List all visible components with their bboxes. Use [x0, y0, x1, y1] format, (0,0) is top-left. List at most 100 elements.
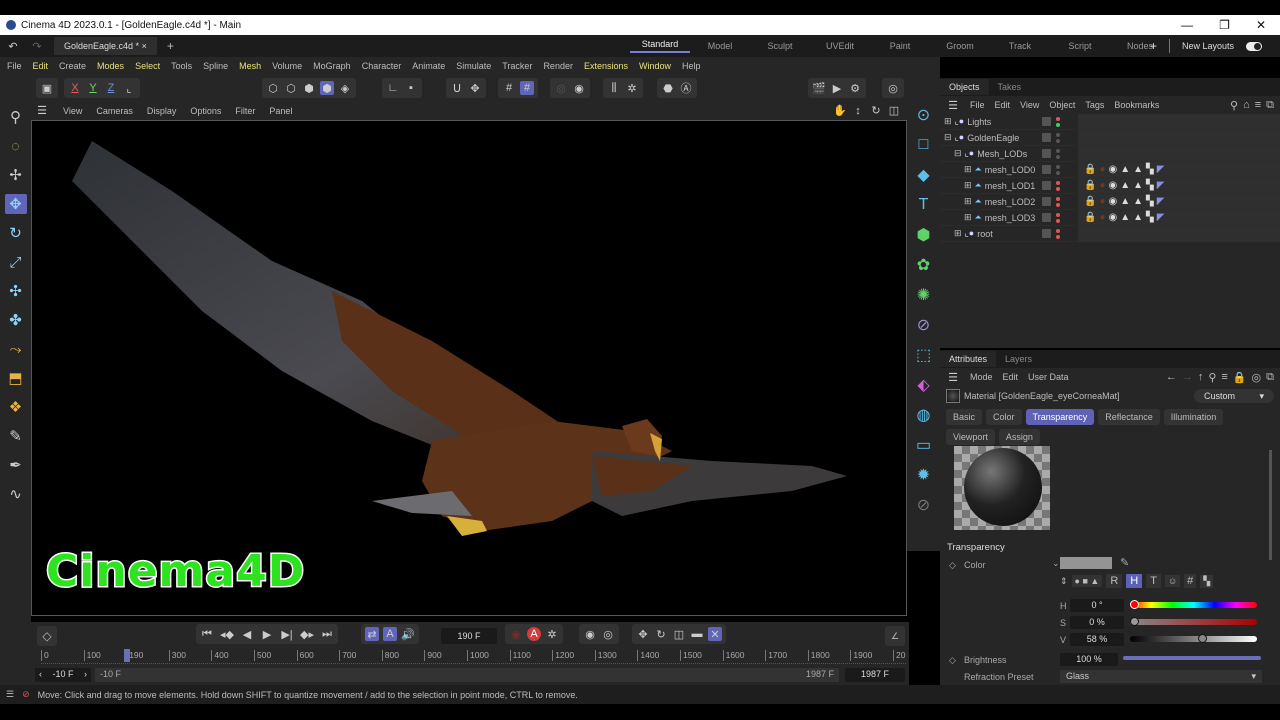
visibility-toggle[interactable] — [1042, 197, 1051, 206]
close-button[interactable]: ✕ — [1256, 18, 1266, 32]
swatches-icon[interactable]: ▚ — [1200, 575, 1213, 588]
object-name-cell[interactable]: ⊞⏶mesh_LOD1 — [940, 180, 1035, 191]
menu-simulate[interactable]: Simulate — [456, 61, 491, 71]
menu-mograph[interactable]: MoGraph — [313, 61, 351, 71]
visibility-dots[interactable] — [1056, 133, 1060, 143]
tab-objects[interactable]: Objects — [940, 79, 989, 95]
expand-toggle-icon[interactable]: ⊞ — [944, 116, 952, 127]
snap-settings-icon[interactable]: ✥ — [468, 81, 482, 95]
menu-character[interactable]: Character — [362, 61, 402, 71]
visibility-toggle[interactable] — [1042, 165, 1051, 174]
add-document-button[interactable]: + — [167, 39, 174, 53]
layout-tab-script[interactable]: Script — [1050, 41, 1110, 51]
phong-tag-icon[interactable]: ▲ — [1133, 164, 1143, 175]
spline-icon[interactable]: ⬖ — [913, 375, 935, 395]
texture-tag-icon[interactable]: ▚ — [1146, 180, 1154, 191]
minimize-button[interactable]: — — [1181, 18, 1193, 32]
expand-toggle-icon[interactable]: ⊟ — [954, 148, 962, 159]
phong-tag-icon[interactable]: ▲ — [1120, 180, 1130, 191]
hamburger-icon[interactable]: ☰ — [946, 370, 960, 384]
search-icon[interactable]: ⚲ — [5, 107, 27, 127]
snap-icon[interactable]: Ս — [450, 81, 464, 95]
symmetry-icon[interactable]: ⫼ — [607, 81, 621, 95]
visibility-dots[interactable] — [1056, 165, 1060, 175]
material-tag-icon[interactable]: ● — [1099, 180, 1105, 191]
coordinate-system-icon[interactable]: ⌞ — [122, 81, 136, 95]
model-mode-icon[interactable]: ⬢ — [320, 81, 334, 95]
object-name-cell[interactable]: ⊞⏶mesh_LOD2 — [940, 196, 1035, 207]
hamburger-icon[interactable]: ☰ — [6, 689, 14, 700]
axis-z-lock[interactable]: Z — [104, 81, 118, 95]
object-name-cell[interactable]: ⊟⌞●Mesh_LODs — [940, 148, 1027, 159]
null-object-icon[interactable]: ⊙ — [913, 105, 935, 125]
material-tag-icon[interactable]: ◉ — [1109, 196, 1118, 207]
texture-tag-icon[interactable]: ▚ — [1146, 212, 1154, 223]
forward-icon[interactable]: → — [1182, 371, 1193, 384]
tab-illumination[interactable]: Illumination — [1164, 409, 1224, 425]
scale-tool-icon[interactable]: ⤢ — [5, 252, 27, 272]
brightness-field[interactable]: 100 % — [1060, 653, 1118, 666]
scrollbar[interactable] — [1269, 450, 1272, 560]
tab-assign[interactable]: Assign — [999, 429, 1040, 445]
expand-toggle-icon[interactable]: ⊞ — [964, 164, 972, 175]
protection-tag-icon[interactable]: 🔒 — [1084, 212, 1096, 223]
symmetry-settings-icon[interactable]: ✲ — [625, 81, 639, 95]
material-tag-icon[interactable]: ◉ — [1109, 212, 1118, 223]
hex-icon[interactable]: # — [1184, 574, 1196, 588]
hamburger-icon[interactable]: ☰ — [946, 98, 960, 112]
layout-tab-model[interactable]: Model — [690, 41, 750, 51]
menu-create[interactable]: Create — [59, 61, 86, 71]
saturation-field[interactable]: 0 % — [1070, 616, 1124, 629]
filter-icon[interactable]: ≡ — [1255, 99, 1261, 112]
tab-takes[interactable]: Takes — [989, 79, 1031, 95]
playhead[interactable] — [124, 649, 130, 662]
undo-icon[interactable]: ↶ — [6, 39, 20, 53]
pan-icon[interactable]: ✋ — [833, 104, 847, 118]
visibility-toggle[interactable] — [1042, 213, 1051, 222]
menu-render[interactable]: Render — [543, 61, 573, 71]
object-name-cell[interactable]: ⊞⏶mesh_LOD3 — [940, 212, 1035, 223]
viewport-menu-options[interactable]: Options — [190, 106, 221, 116]
visibility-dot[interactable] — [1056, 219, 1060, 223]
viewport-menu-view[interactable]: View — [63, 106, 82, 116]
lock-icon[interactable]: 🔒 — [1233, 371, 1247, 384]
workplane-icon[interactable]: # — [520, 81, 534, 95]
texture-tag-icon[interactable]: ▚ — [1146, 164, 1154, 175]
layout-tab-paint[interactable]: Paint — [870, 41, 930, 51]
object-row[interactable]: ⊞⏶mesh_LOD0🔒●◉▲▲▚◤ — [940, 162, 1280, 178]
saturation-slider[interactable] — [1130, 619, 1257, 625]
add-layout-button[interactable]: + — [1150, 39, 1157, 53]
visibility-dot[interactable] — [1056, 149, 1060, 153]
polygons-mode-icon[interactable]: ⬢ — [302, 81, 316, 95]
object-row[interactable]: ⊞⌞●Lights — [940, 114, 1280, 130]
new-window-icon[interactable]: ⧉ — [1266, 371, 1274, 384]
spline-pen-icon[interactable]: ✒ — [5, 455, 27, 475]
menu-animate[interactable]: Animate — [412, 61, 445, 71]
start-frame-field[interactable]: ‹-10 F› — [35, 668, 91, 682]
plane-icon[interactable]: □ — [913, 135, 935, 155]
tab-reflectance[interactable]: Reflectance — [1098, 409, 1160, 425]
effector-icon[interactable]: ✺ — [913, 285, 935, 305]
expand-toggle-icon[interactable]: ⊞ — [964, 196, 972, 207]
auto-icon[interactable]: Ⓐ — [679, 81, 693, 95]
back-icon[interactable]: ← — [1166, 371, 1177, 384]
maximize-view-icon[interactable]: ◫ — [887, 104, 901, 118]
objects-menu-file[interactable]: File — [970, 100, 985, 110]
text-icon[interactable]: T — [913, 195, 935, 215]
live-selection-icon[interactable]: ◌ — [5, 136, 27, 156]
visibility-toggle[interactable] — [1042, 117, 1051, 126]
material-tag-icon[interactable]: ◉ — [1109, 180, 1118, 191]
menu-spline[interactable]: Spline — [203, 61, 228, 71]
preset-dropdown[interactable]: Custom▾ — [1194, 389, 1274, 403]
search-icon[interactable]: ⚲ — [1208, 371, 1216, 384]
menu-tools[interactable]: Tools — [171, 61, 192, 71]
range-slider[interactable]: -10 F1987 F — [95, 668, 839, 682]
phong-tag-icon[interactable]: ▲ — [1133, 180, 1143, 191]
move-tool-icon[interactable]: ✥ — [5, 194, 27, 214]
menu-edit[interactable]: Edit — [1003, 372, 1019, 382]
visibility-toggle[interactable] — [1042, 181, 1051, 190]
placement-tool-icon[interactable]: ✤ — [5, 310, 27, 330]
visibility-dot[interactable] — [1056, 213, 1060, 217]
selection-tag-icon[interactable]: ◤ — [1157, 180, 1165, 191]
knife-tool-icon[interactable]: ⤳ — [5, 339, 27, 359]
